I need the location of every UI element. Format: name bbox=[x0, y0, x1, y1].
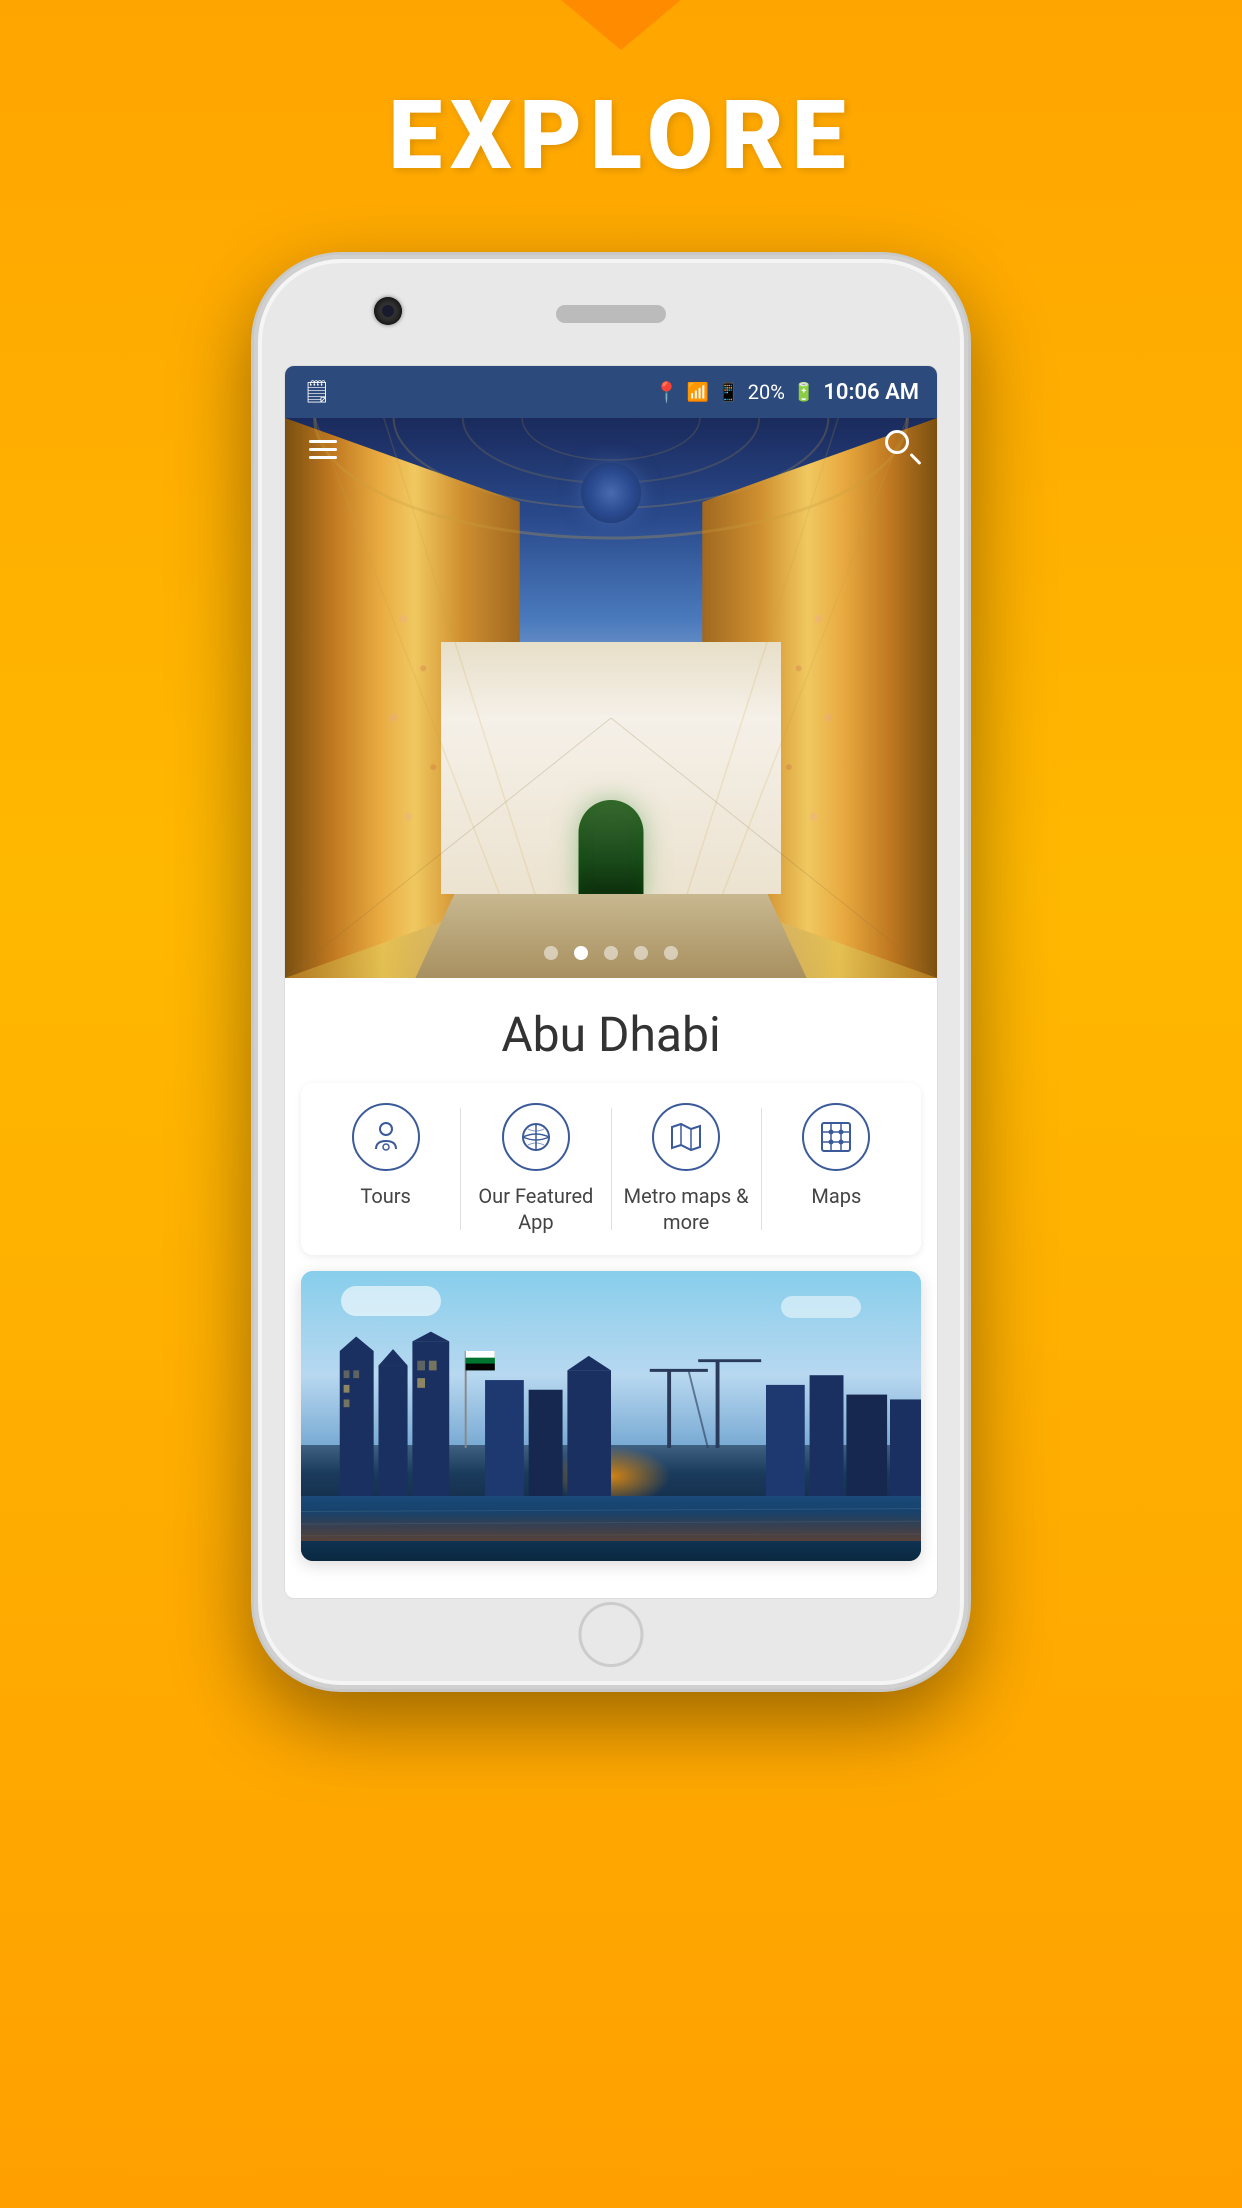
signal-icon: 📱 bbox=[717, 382, 739, 403]
cloud-1 bbox=[341, 1286, 441, 1316]
water-reflection-area bbox=[301, 1496, 921, 1561]
tours-label: Tours bbox=[360, 1183, 411, 1209]
floral-pattern-svg bbox=[285, 418, 937, 978]
featured-app-label: Our Featured App bbox=[466, 1183, 605, 1235]
maps-icon bbox=[802, 1103, 870, 1171]
mosque-corridor-image bbox=[285, 418, 937, 978]
app-icon: 🗒 bbox=[303, 380, 331, 405]
cloud-2 bbox=[781, 1296, 861, 1318]
location-icon: 📍 bbox=[654, 380, 679, 404]
carousel-dots bbox=[544, 946, 678, 960]
phone-camera bbox=[374, 297, 402, 325]
hero-carousel bbox=[285, 418, 937, 978]
battery-icon: 🔋 bbox=[793, 382, 815, 403]
phone-shell: 🗒 📍 📶 📱 20% 🔋 10:06 AM bbox=[251, 252, 971, 1692]
feature-card-metro[interactable]: Metro maps & more bbox=[612, 1103, 761, 1235]
tours-icon bbox=[352, 1103, 420, 1171]
city-name: Abu Dhabi bbox=[305, 1006, 917, 1063]
featured-app-icon bbox=[502, 1103, 570, 1171]
search-handle bbox=[909, 453, 921, 465]
explore-title: EXPLORE bbox=[388, 80, 853, 192]
wifi-icon: 📶 bbox=[687, 382, 709, 403]
feature-card-featured-app[interactable]: Our Featured App bbox=[461, 1103, 610, 1235]
carousel-dot-3[interactable] bbox=[604, 946, 618, 960]
phone-home-button[interactable] bbox=[579, 1602, 644, 1667]
top-triangle bbox=[561, 0, 681, 50]
feature-card-maps[interactable]: Maps bbox=[762, 1103, 911, 1235]
maps-label: Maps bbox=[811, 1183, 861, 1209]
carousel-dot-5[interactable] bbox=[664, 946, 678, 960]
phone-screen: 🗒 📍 📶 📱 20% 🔋 10:06 AM bbox=[284, 365, 938, 1599]
phone-mockup: 🗒 📍 📶 📱 20% 🔋 10:06 AM bbox=[251, 252, 991, 2002]
status-bar-left: 🗒 bbox=[303, 380, 331, 405]
search-button[interactable] bbox=[885, 430, 921, 466]
carousel-dot-2[interactable] bbox=[574, 946, 588, 960]
battery-percent: 20% bbox=[748, 380, 785, 404]
screen-content: 🗒 📍 📶 📱 20% 🔋 10:06 AM bbox=[285, 366, 937, 1598]
status-bar-right: 📍 📶 📱 20% 🔋 10:06 AM bbox=[654, 380, 919, 405]
carousel-dot-1[interactable] bbox=[544, 946, 558, 960]
status-bar: 🗒 📍 📶 📱 20% 🔋 10:06 AM bbox=[285, 366, 937, 418]
feature-cards-row: Tours bbox=[301, 1083, 921, 1255]
menu-line-1 bbox=[309, 440, 337, 443]
feature-card-tours[interactable]: Tours bbox=[311, 1103, 460, 1235]
city-title-section: Abu Dhabi bbox=[285, 978, 937, 1083]
menu-line-2 bbox=[309, 448, 337, 451]
metro-maps-icon bbox=[652, 1103, 720, 1171]
menu-button[interactable] bbox=[303, 434, 343, 465]
city-skyline-image bbox=[301, 1271, 921, 1561]
search-circle bbox=[885, 430, 909, 454]
water-ripples-svg bbox=[301, 1496, 921, 1561]
skyline-svg bbox=[301, 1326, 921, 1506]
metro-maps-label: Metro maps & more bbox=[617, 1183, 756, 1235]
status-time: 10:06 AM bbox=[823, 380, 919, 405]
phone-speaker bbox=[556, 305, 666, 323]
carousel-dot-4[interactable] bbox=[634, 946, 648, 960]
menu-line-3 bbox=[309, 456, 337, 459]
